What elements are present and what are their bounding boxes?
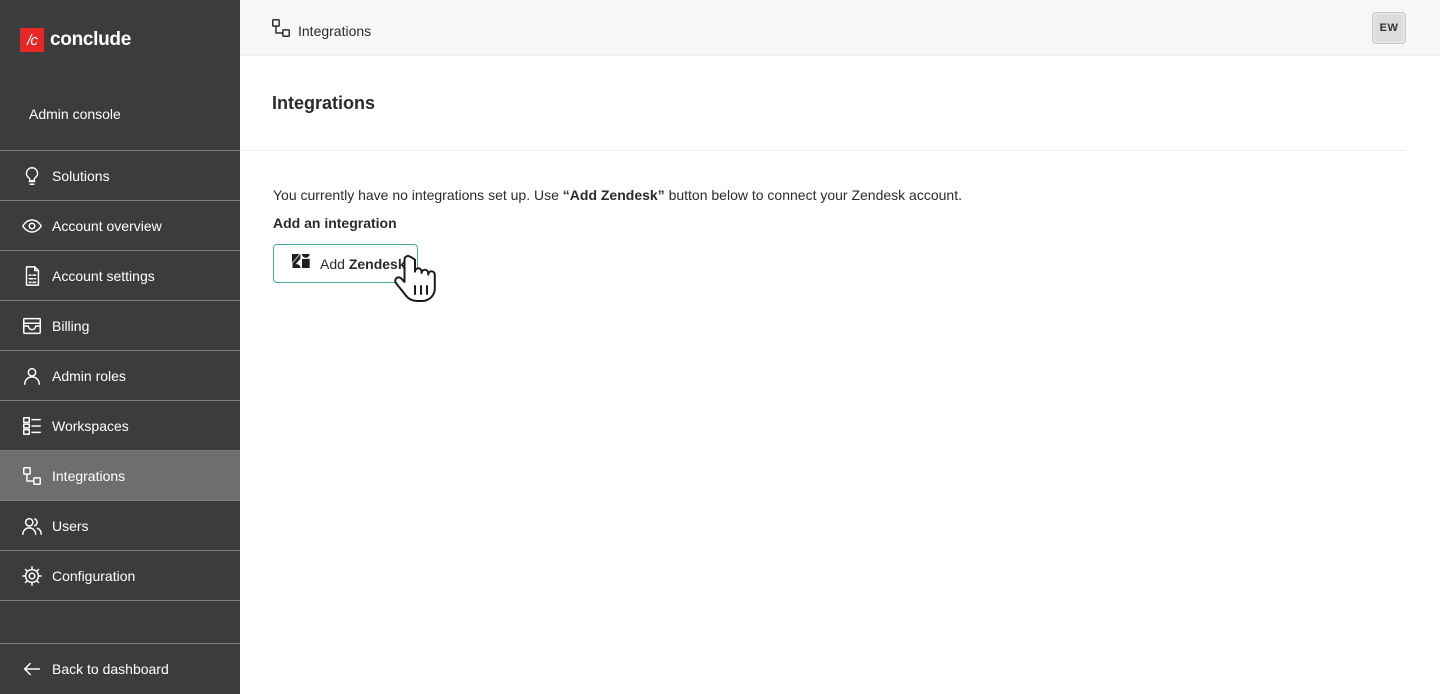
sidebar-item-account-overview[interactable]: Account overview: [0, 201, 240, 251]
sidebar-item-label: Integrations: [52, 467, 126, 484]
sidebar-item-admin-roles[interactable]: Admin roles: [0, 351, 240, 401]
sidebar-item-integrations[interactable]: Integrations: [0, 451, 240, 501]
integrations-icon: [20, 464, 44, 488]
top-bar: Integrations EW: [240, 0, 1440, 56]
back-to-dashboard-label: Back to dashboard: [52, 661, 169, 677]
sidebar-item-configuration[interactable]: Configuration: [0, 551, 240, 601]
add-zendesk-label-prefix: Add: [320, 255, 349, 272]
add-zendesk-label: Add Zendesk: [320, 256, 406, 272]
avatar-initials: EW: [1375, 15, 1403, 41]
back-to-dashboard-link[interactable]: Back to dashboard: [0, 643, 240, 694]
info-text-suffix: button below to connect your Zendesk acc…: [664, 187, 962, 203]
divider: [240, 150, 1406, 151]
sidebar-item-label: Workspaces: [52, 417, 129, 434]
info-text-prefix: You currently have no integrations set u…: [273, 187, 563, 203]
sidebar-item-workspaces[interactable]: Workspaces: [0, 401, 240, 451]
arrow-left-icon: [20, 657, 44, 681]
user-avatar-button[interactable]: EW: [1372, 12, 1406, 44]
add-zendesk-button[interactable]: Add Zendesk: [273, 244, 418, 283]
sidebar-item-account-settings[interactable]: Account settings: [0, 251, 240, 301]
users-icon: [20, 514, 44, 538]
gear-icon: [20, 564, 44, 588]
sidebar-item-label: Billing: [52, 317, 90, 334]
sidebar: /c conclude Admin console Solutions Acco…: [0, 0, 240, 694]
sidebar-nav: Solutions Account overview Account setti…: [0, 150, 240, 601]
billing-icon: [20, 314, 44, 338]
person-icon: [20, 364, 44, 388]
brand-mark: /c: [20, 28, 44, 52]
sidebar-item-label: Configuration: [52, 567, 136, 584]
zendesk-icon: [291, 253, 311, 274]
workspaces-icon: [20, 414, 44, 438]
info-text-bold: “Add Zendesk”: [562, 187, 665, 203]
sidebar-item-billing[interactable]: Billing: [0, 301, 240, 351]
sidebar-item-solutions[interactable]: Solutions: [0, 151, 240, 201]
brand-logo[interactable]: /c conclude: [20, 28, 131, 52]
sidebar-item-label: Solutions: [52, 167, 110, 184]
sidebar-item-label: Users: [52, 517, 89, 534]
integrations-icon: [270, 17, 292, 44]
breadcrumb-label: Integrations: [298, 22, 372, 39]
admin-console-label: Admin console: [29, 106, 121, 122]
sidebar-item-label: Account settings: [52, 267, 155, 284]
brand-name: conclude: [50, 29, 132, 50]
lightbulb-icon: [20, 164, 44, 188]
document-settings-icon: [20, 264, 44, 288]
page-title: Integrations: [272, 93, 376, 113]
add-zendesk-label-bold: Zendesk: [348, 255, 406, 272]
sidebar-item-users[interactable]: Users: [0, 501, 240, 551]
no-integrations-message: You currently have no integrations set u…: [273, 187, 962, 203]
add-integration-heading: Add an integration: [273, 215, 397, 231]
sidebar-item-label: Admin roles: [52, 367, 126, 384]
eye-icon: [20, 214, 44, 238]
breadcrumb: Integrations: [270, 17, 371, 44]
sidebar-item-label: Account overview: [52, 217, 162, 234]
